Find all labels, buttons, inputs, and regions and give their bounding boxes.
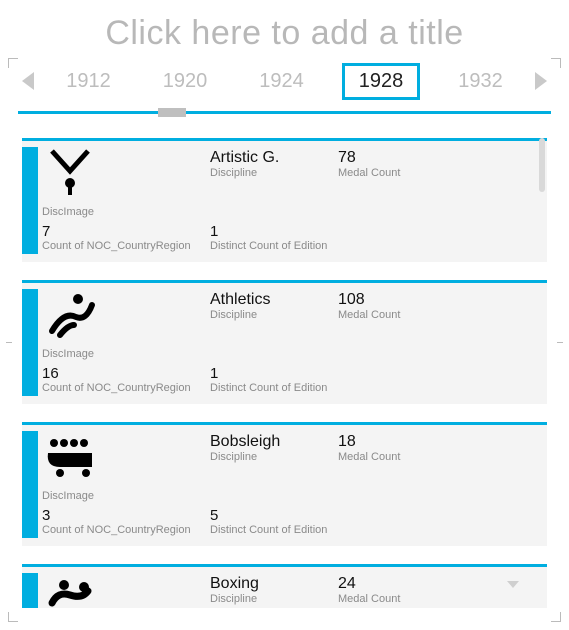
discipline-label: Discipline bbox=[210, 451, 338, 463]
dropdown-icon[interactable] bbox=[507, 581, 519, 588]
selection-corner bbox=[8, 612, 18, 622]
discipline-label: Discipline bbox=[210, 167, 338, 179]
discipline-icon-cell bbox=[38, 147, 210, 204]
card-accent bbox=[22, 573, 38, 608]
tile-scrollbar-thumb[interactable] bbox=[158, 108, 186, 117]
card-accent bbox=[22, 147, 38, 254]
card-item[interactable]: Bobsleigh Discipline 18 Medal Count Disc… bbox=[22, 422, 547, 546]
card-accent bbox=[22, 289, 38, 396]
noc-label: Count of NOC_CountryRegion bbox=[42, 382, 210, 394]
medal-value: 108 bbox=[338, 291, 541, 309]
discipline-label: Discipline bbox=[210, 309, 338, 321]
noc-value: 7 bbox=[42, 223, 210, 240]
nav-prev-icon[interactable] bbox=[22, 72, 34, 90]
discipline-value: Athletics bbox=[210, 291, 338, 309]
selection-handle[interactable] bbox=[6, 342, 12, 343]
tile-navigator: 1912 1920 1924 1928 1932 bbox=[0, 59, 569, 103]
selection-handle[interactable] bbox=[557, 342, 563, 343]
tile-scrollbar-track[interactable] bbox=[18, 111, 551, 114]
discipline-value: Bobsleigh bbox=[210, 433, 338, 451]
discimage-label: DiscImage bbox=[42, 490, 210, 502]
card-list: Artistic G. Discipline 78 Medal Count Di… bbox=[22, 138, 547, 608]
selection-corner bbox=[551, 58, 561, 68]
noc-label: Count of NOC_CountryRegion bbox=[42, 240, 210, 252]
tile-1932[interactable]: 1932 bbox=[444, 66, 517, 97]
distinct-value: 1 bbox=[210, 223, 541, 240]
selection-corner bbox=[8, 58, 18, 68]
tile-1928[interactable]: 1928 bbox=[342, 63, 421, 100]
distinct-value: 1 bbox=[210, 365, 541, 382]
discipline-icon-cell bbox=[38, 431, 210, 488]
noc-value: 16 bbox=[42, 365, 210, 382]
discipline-value: Boxing bbox=[210, 575, 338, 593]
distinct-label: Distinct Count of Edition bbox=[210, 382, 541, 394]
gymnastics-icon bbox=[42, 184, 98, 201]
card-item[interactable]: Boxing Discipline 24 Medal Count bbox=[22, 564, 547, 608]
medal-value: 78 bbox=[338, 149, 541, 167]
discimage-label: DiscImage bbox=[42, 348, 210, 360]
noc-value: 3 bbox=[42, 507, 210, 524]
discipline-icon-cell bbox=[38, 573, 210, 608]
tile-1920[interactable]: 1920 bbox=[149, 66, 222, 97]
card-item[interactable]: Artistic G. Discipline 78 Medal Count Di… bbox=[22, 138, 547, 262]
tile-1924[interactable]: 1924 bbox=[245, 66, 318, 97]
medal-label: Medal Count bbox=[338, 309, 541, 321]
discipline-value: Artistic G. bbox=[210, 149, 338, 167]
discipline-icon-cell bbox=[38, 289, 210, 346]
medal-value: 18 bbox=[338, 433, 541, 451]
discipline-label: Discipline bbox=[210, 593, 338, 605]
distinct-label: Distinct Count of Edition bbox=[210, 240, 541, 252]
medal-label: Medal Count bbox=[338, 451, 541, 463]
selection-corner bbox=[551, 612, 561, 622]
medal-label: Medal Count bbox=[338, 167, 541, 179]
medal-label: Medal Count bbox=[338, 593, 541, 605]
nav-next-icon[interactable] bbox=[535, 72, 547, 90]
athletics-icon bbox=[42, 326, 98, 343]
bobsleigh-icon bbox=[42, 468, 98, 485]
distinct-label: Distinct Count of Edition bbox=[210, 524, 541, 536]
discimage-label: DiscImage bbox=[42, 206, 210, 218]
vertical-scrollbar[interactable] bbox=[539, 138, 545, 192]
tile-1912[interactable]: 1912 bbox=[52, 66, 125, 97]
card-item[interactable]: Athletics Discipline 108 Medal Count Dis… bbox=[22, 280, 547, 404]
tile-list: 1912 1920 1924 1928 1932 bbox=[52, 63, 517, 100]
noc-label: Count of NOC_CountryRegion bbox=[42, 524, 210, 536]
distinct-value: 5 bbox=[210, 507, 541, 524]
card-accent bbox=[22, 431, 38, 538]
page-title[interactable]: Click here to add a title bbox=[0, 0, 569, 59]
